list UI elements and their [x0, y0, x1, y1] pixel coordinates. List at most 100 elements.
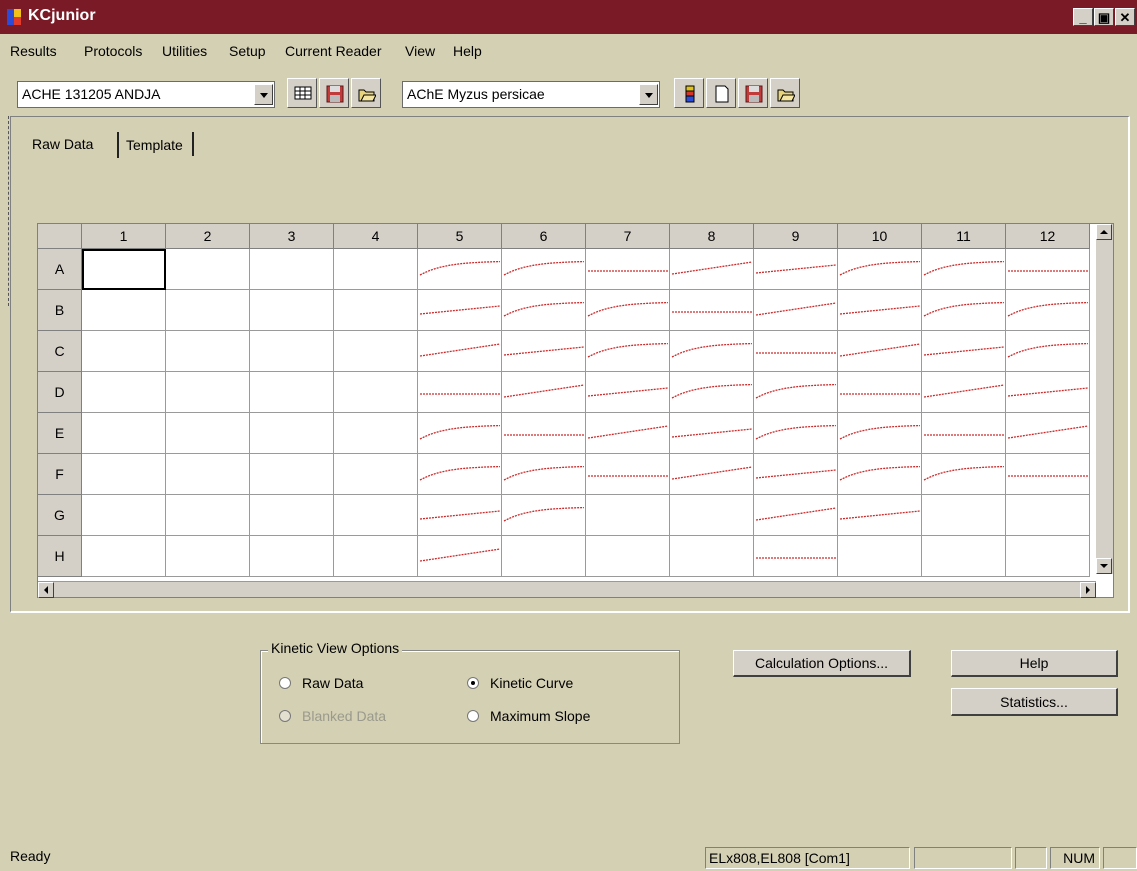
well-F3[interactable]: [250, 454, 334, 495]
column-header-3[interactable]: 3: [250, 224, 334, 249]
column-header-8[interactable]: 8: [670, 224, 754, 249]
well-C8[interactable]: [670, 331, 754, 372]
minimize-button[interactable]: _: [1073, 8, 1093, 26]
well-A2[interactable]: [166, 249, 250, 290]
well-A10[interactable]: [838, 249, 922, 290]
well-F4[interactable]: [334, 454, 418, 495]
kinetic-curve-label[interactable]: Kinetic Curve: [490, 675, 573, 691]
well-D1[interactable]: [82, 372, 166, 413]
well-C3[interactable]: [250, 331, 334, 372]
row-header-C[interactable]: C: [38, 331, 82, 372]
well-F1[interactable]: [82, 454, 166, 495]
well-A12[interactable]: [1006, 249, 1090, 290]
row-header-D[interactable]: D: [38, 372, 82, 413]
well-F7[interactable]: [586, 454, 670, 495]
scroll-up-button[interactable]: [1096, 224, 1112, 240]
well-H2[interactable]: [166, 536, 250, 577]
help-button[interactable]: Help: [951, 650, 1118, 677]
scroll-right-button[interactable]: [1080, 582, 1096, 598]
well-F2[interactable]: [166, 454, 250, 495]
well-H11[interactable]: [922, 536, 1006, 577]
well-B8[interactable]: [670, 290, 754, 331]
column-header-12[interactable]: 12: [1006, 224, 1090, 249]
column-header-4[interactable]: 4: [334, 224, 418, 249]
plate-select[interactable]: ACHE 131205 ANDJA: [17, 81, 275, 108]
well-B3[interactable]: [250, 290, 334, 331]
well-G10[interactable]: [838, 495, 922, 536]
well-E1[interactable]: [82, 413, 166, 454]
well-E9[interactable]: [754, 413, 838, 454]
grid-view-button[interactable]: [287, 78, 317, 108]
well-E4[interactable]: [334, 413, 418, 454]
well-H4[interactable]: [334, 536, 418, 577]
well-A6[interactable]: [502, 249, 586, 290]
save-protocol-button[interactable]: [738, 78, 768, 108]
column-header-10[interactable]: 10: [838, 224, 922, 249]
well-E2[interactable]: [166, 413, 250, 454]
well-E8[interactable]: [670, 413, 754, 454]
well-H7[interactable]: [586, 536, 670, 577]
well-C7[interactable]: [586, 331, 670, 372]
well-E7[interactable]: [586, 413, 670, 454]
well-D8[interactable]: [670, 372, 754, 413]
well-A4[interactable]: [334, 249, 418, 290]
row-header-B[interactable]: B: [38, 290, 82, 331]
horizontal-scrollbar[interactable]: [38, 581, 1096, 598]
well-C11[interactable]: [922, 331, 1006, 372]
restore-button[interactable]: ▣: [1094, 8, 1114, 26]
well-G2[interactable]: [166, 495, 250, 536]
protocol-select[interactable]: AChE Myzus persicae: [402, 81, 660, 108]
well-G7[interactable]: [586, 495, 670, 536]
well-H10[interactable]: [838, 536, 922, 577]
well-A11[interactable]: [922, 249, 1006, 290]
chevron-down-icon[interactable]: [639, 84, 658, 105]
calculation-options-button[interactable]: Calculation Options...: [733, 650, 911, 677]
statistics-button[interactable]: Statistics...: [951, 688, 1118, 716]
column-header-2[interactable]: 2: [166, 224, 250, 249]
well-G5[interactable]: [418, 495, 502, 536]
menu-utilities[interactable]: Utilities: [162, 43, 207, 59]
well-B6[interactable]: [502, 290, 586, 331]
well-H5[interactable]: [418, 536, 502, 577]
well-H3[interactable]: [250, 536, 334, 577]
well-D5[interactable]: [418, 372, 502, 413]
column-header-1[interactable]: 1: [82, 224, 166, 249]
reader-button[interactable]: [674, 78, 704, 108]
well-B10[interactable]: [838, 290, 922, 331]
well-B12[interactable]: [1006, 290, 1090, 331]
well-B7[interactable]: [586, 290, 670, 331]
well-G9[interactable]: [754, 495, 838, 536]
well-C9[interactable]: [754, 331, 838, 372]
well-D11[interactable]: [922, 372, 1006, 413]
grid-corner[interactable]: [38, 224, 82, 249]
row-header-F[interactable]: F: [38, 454, 82, 495]
kinetic-curve-radio[interactable]: [467, 677, 479, 689]
column-header-11[interactable]: 11: [922, 224, 1006, 249]
vertical-scrollbar[interactable]: [1096, 224, 1113, 574]
open-button[interactable]: [351, 78, 381, 108]
open-protocol-button[interactable]: [770, 78, 800, 108]
row-header-H[interactable]: H: [38, 536, 82, 577]
save-button[interactable]: [319, 78, 349, 108]
well-C2[interactable]: [166, 331, 250, 372]
well-H1[interactable]: [82, 536, 166, 577]
well-B5[interactable]: [418, 290, 502, 331]
column-header-5[interactable]: 5: [418, 224, 502, 249]
row-header-E[interactable]: E: [38, 413, 82, 454]
column-header-7[interactable]: 7: [586, 224, 670, 249]
scroll-down-button[interactable]: [1096, 558, 1112, 574]
menu-view[interactable]: View: [405, 43, 435, 59]
new-button[interactable]: [706, 78, 736, 108]
well-H12[interactable]: [1006, 536, 1090, 577]
well-E10[interactable]: [838, 413, 922, 454]
well-G11[interactable]: [922, 495, 1006, 536]
well-G8[interactable]: [670, 495, 754, 536]
well-G12[interactable]: [1006, 495, 1090, 536]
menu-current-reader[interactable]: Current Reader: [285, 43, 382, 59]
well-B11[interactable]: [922, 290, 1006, 331]
well-C1[interactable]: [82, 331, 166, 372]
well-G4[interactable]: [334, 495, 418, 536]
well-G3[interactable]: [250, 495, 334, 536]
well-H9[interactable]: [754, 536, 838, 577]
menu-protocols[interactable]: Protocols: [84, 43, 142, 59]
